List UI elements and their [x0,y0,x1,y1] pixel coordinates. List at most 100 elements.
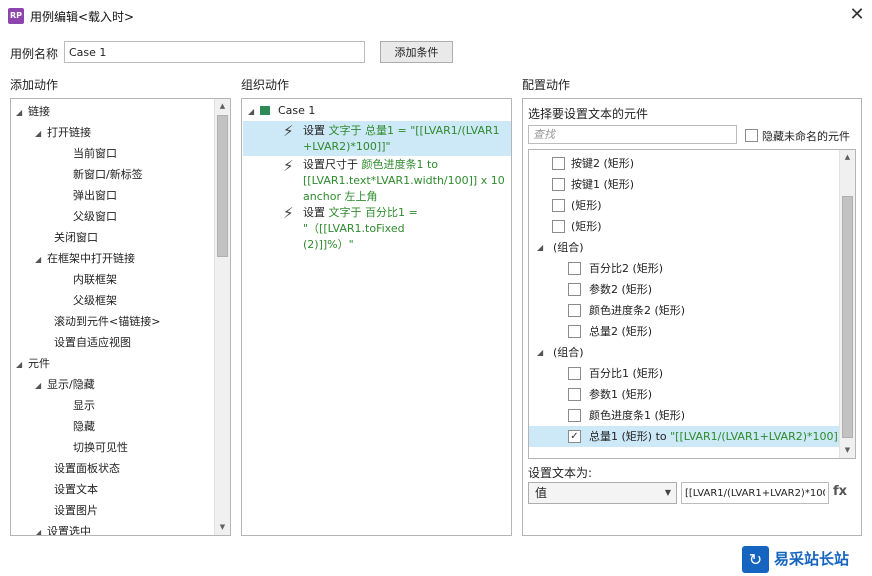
configure-action-panel: 选择要设置文本的元件 隐藏未命名的元件 按键2 (矩形) 按键1 (矩形) (矩… [522,98,862,536]
widget-row[interactable]: 参数1 (矩形) [529,384,839,405]
close-icon[interactable]: ✕ [846,4,868,26]
tree-item-hide[interactable]: 隐藏 [73,416,95,437]
watermark-text: 易采站长站 [774,550,850,568]
widget-checkbox-checked[interactable]: ✓ [568,430,581,443]
tree-item-inline-frame[interactable]: 内联框架 [73,269,117,290]
widget-row[interactable]: 百分比2 (矩形) [529,258,839,279]
collapse-triangle-icon[interactable]: ◢ [16,354,28,375]
tree-item-parent-frame[interactable]: 父级框架 [73,290,117,311]
action-1-text: 设置 文字于 总量1 = "[[LVAR1/(LVAR1 +LVAR2)*100… [303,124,500,153]
tree-item-set-selected[interactable]: ◢ 设置选中 [35,521,91,535]
select-widget-label: 选择要设置文本的元件 [528,107,649,121]
case-tree-icon [260,106,270,115]
action-row-1[interactable]: ⚡ 设置 文字于 总量1 = "[[LVAR1/(LVAR1 +LVAR2)*1… [243,121,511,156]
set-text-label: 设置文本为: [528,466,593,480]
case-node[interactable]: ◢ Case 1 [248,100,315,121]
scroll-up-arrow-icon[interactable]: ▲ [215,102,230,110]
widget-row-selected[interactable]: ✓ 总量1 (矩形) to "[[LVAR1/(LVAR1+LVAR2)*100]… [529,426,847,447]
app-logo-icon: RP [8,8,24,24]
tree-item-show[interactable]: 显示 [73,395,95,416]
widget-row[interactable]: 参数2 (矩形) [529,279,839,300]
tree-item-scroll-to-widget[interactable]: 滚动到元件<锚链接> [54,311,160,332]
collapse-triangle-icon[interactable]: ◢ [35,249,47,270]
hide-unnamed-label: 隐藏未命名的元件 [762,130,850,143]
action-3-text: 设置 文字于 百分比1 = "（[[LVAR1.toFixed (2)]]%）" [303,206,418,251]
tree-item-show-hide[interactable]: ◢ 显示/隐藏 [35,374,95,395]
widget-list-scrollbar[interactable]: ▲ ▼ [839,150,855,458]
value-type-select[interactable]: 值 ▼ [528,482,677,504]
widget-checkbox[interactable] [568,304,581,317]
watermark-badge: ↻ 易采站长站 [738,543,872,576]
hide-unnamed-checkbox[interactable] [745,129,758,142]
tree-item-open-in-frame[interactable]: ◢ 在框架中打开链接 [35,248,135,269]
scroll-down-arrow-icon[interactable]: ▼ [840,446,855,454]
fx-button[interactable]: fx [833,484,847,499]
add-action-panel: ◢ 链接 ◢ 打开链接 当前窗口 新窗口/新标签 弹出窗口 父级窗口 关闭窗口 ◢ 在… [10,98,231,536]
widget-group-row[interactable]: ◢ (组合) [529,342,839,363]
lightning-icon: ⚡ [283,157,294,175]
widget-list: 按键2 (矩形) 按键1 (矩形) (矩形) (矩形) ◢ (组合) 百分比2 (… [528,149,856,459]
tree-item-open-link[interactable]: ◢ 打开链接 [35,122,91,143]
widget-checkbox[interactable] [568,262,581,275]
add-action-scrollbar[interactable]: ▲ ▼ [214,99,230,535]
collapse-triangle-icon[interactable]: ◢ [35,375,47,396]
text-value-input[interactable] [681,482,829,504]
case-name-input[interactable] [64,41,365,63]
collapse-triangle-icon[interactable]: ◢ [35,522,47,535]
widget-row[interactable]: 按键2 (矩形) [529,153,839,174]
collapse-triangle-icon[interactable]: ◢ [537,237,549,258]
action-row-3[interactable]: ⚡ 设置 文字于 百分比1 = "（[[LVAR1.toFixed (2)]]%… [243,203,511,251]
widget-search-input[interactable] [528,125,737,144]
widget-checkbox[interactable] [568,388,581,401]
tree-item-links[interactable]: ◢ 链接 [16,101,50,122]
organize-action-panel: ◢ Case 1 ⚡ 设置 文字于 总量1 = "[[LVAR1/(LVAR1 +… [241,98,512,536]
widget-row[interactable]: 按键1 (矩形) [529,174,839,195]
widget-checkbox[interactable] [568,367,581,380]
tree-item-set-text[interactable]: 设置文本 [54,479,98,500]
scroll-thumb[interactable] [217,115,228,257]
window-title: 用例编辑<载入时> [30,10,135,24]
widget-checkbox[interactable] [552,178,565,191]
collapse-triangle-icon[interactable]: ◢ [537,342,549,363]
tree-item-parent-window[interactable]: 父级窗口 [73,206,117,227]
add-action-header: 添加动作 [10,78,59,92]
tree-item-set-panel-state[interactable]: 设置面板状态 [54,458,120,479]
tree-item-widgets[interactable]: ◢ 元件 [16,353,50,374]
tree-item-set-adaptive-view[interactable]: 设置自适应视图 [54,332,131,353]
tree-item-close-window[interactable]: 关闭窗口 [54,227,98,248]
action-row-2[interactable]: ⚡ 设置尺寸于 颜色进度条1 to [[LVAR1.text*LVAR1.wid… [243,156,511,206]
tree-item-new-window[interactable]: 新窗口/新标签 [73,164,143,185]
widget-row[interactable]: 颜色进度条1 (矩形) [529,405,839,426]
lightning-icon: ⚡ [283,204,294,222]
case-name-label: 用例名称 [10,47,59,61]
tree-item-current-window[interactable]: 当前窗口 [73,143,117,164]
collapse-triangle-icon[interactable]: ◢ [248,101,260,122]
configure-action-header: 配置动作 [522,78,571,92]
tree-item-toggle-visibility[interactable]: 切换可见性 [73,437,128,458]
widget-row[interactable]: (矩形) [529,195,839,216]
widget-checkbox[interactable] [552,157,565,170]
widget-row[interactable]: 百分比1 (矩形) [529,363,839,384]
widget-checkbox[interactable] [552,199,565,212]
chevron-down-icon: ▼ [664,488,671,497]
scroll-up-arrow-icon[interactable]: ▲ [840,153,855,161]
tree-item-popup-window[interactable]: 弹出窗口 [73,185,117,206]
widget-checkbox[interactable] [568,325,581,338]
widget-row[interactable]: (矩形) [529,216,839,237]
scroll-down-arrow-icon[interactable]: ▼ [215,523,230,531]
organize-action-header: 组织动作 [241,78,290,92]
widget-checkbox[interactable] [552,220,565,233]
tree-item-set-image[interactable]: 设置图片 [54,500,98,521]
widget-checkbox[interactable] [568,283,581,296]
widget-row[interactable]: 颜色进度条2 (矩形) [529,300,839,321]
collapse-triangle-icon[interactable]: ◢ [16,102,28,123]
action-2-text: 设置尺寸于 颜色进度条1 to [[LVAR1.text*LVAR1.width… [303,158,505,203]
collapse-triangle-icon[interactable]: ◢ [35,123,47,144]
watermark-logo-icon: ↻ [742,546,769,573]
widget-group-row[interactable]: ◢ (组合) [529,237,839,258]
scroll-thumb[interactable] [842,196,853,438]
title-bar: RP 用例编辑<载入时> ✕ [0,0,872,32]
widget-checkbox[interactable] [568,409,581,422]
widget-row[interactable]: 总量2 (矩形) [529,321,839,342]
add-condition-button[interactable]: 添加条件 [380,41,453,63]
